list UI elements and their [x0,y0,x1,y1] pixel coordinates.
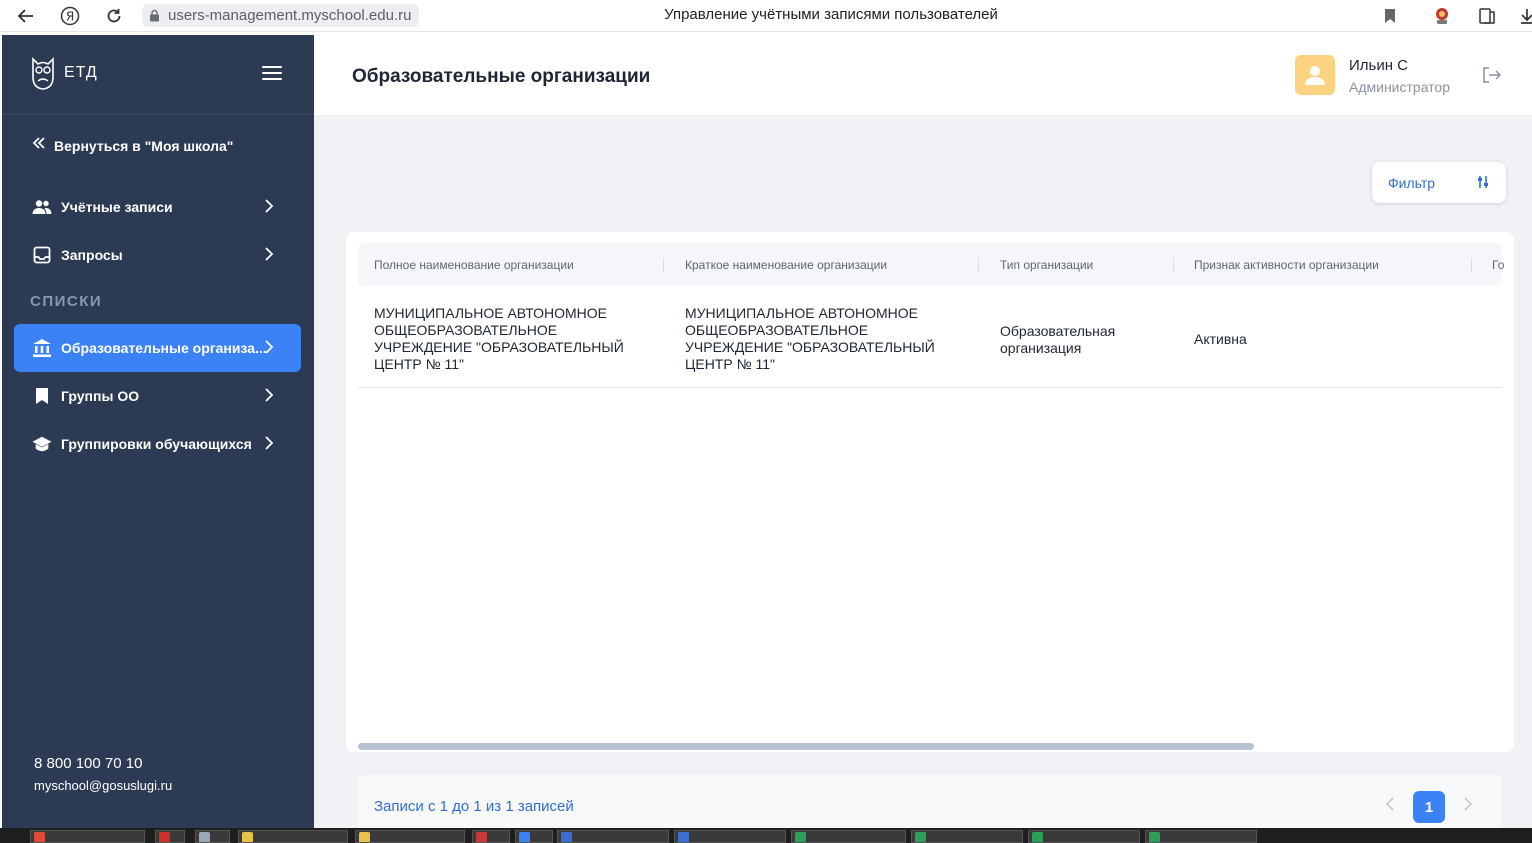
back-to-school-link[interactable]: Вернуться в "Моя школа" [32,136,233,155]
cell-type: Образовательная организация [1000,323,1116,356]
sidebar-item-student-groupings[interactable]: Группировки обучающихся [14,420,301,468]
table-header: Полное наименование организации Краткое … [358,243,1504,286]
taskbar-button[interactable] [1145,830,1257,843]
extension-icon[interactable] [1430,4,1454,28]
column-header-short-name[interactable]: Краткое наименование организации [685,258,887,272]
double-chevron-left-icon [32,136,46,155]
institution-icon [32,338,52,358]
sliders-icon [1478,176,1488,188]
yandex-glyph: Я [66,10,74,24]
bookmark-icon [32,386,52,406]
chevron-right-icon [265,388,274,402]
owl-logo-icon [32,57,54,90]
sidebar-item-org-groups[interactable]: Группы ОО [14,372,301,420]
horizontal-scrollbar[interactable] [358,743,1254,750]
sidebar-section-lists: СПИСКИ [30,293,103,310]
chevron-right-icon [265,247,274,261]
bookmark-page-icon[interactable] [1378,4,1402,28]
logout-icon[interactable] [1482,66,1502,84]
chevron-left-icon[interactable] [1384,797,1396,811]
cell-active: Активна [1194,331,1247,347]
taskbar-button[interactable] [1028,830,1140,843]
avatar[interactable] [1295,55,1335,95]
user-name: Ильин С [1349,57,1409,74]
cell-short-name: МУНИЦИПАЛЬНОЕ АВТОНОМНОЕ ОБЩЕОБРАЗОВАТЕЛ… [685,305,935,372]
chevron-right-icon [265,199,274,213]
sidebar-item-label: Запросы [61,247,123,263]
address-bar[interactable]: users-management.myschool.edu.ru [142,4,420,27]
column-header-active[interactable]: Признак активности организации [1194,258,1379,272]
column-header-full-name[interactable]: Полное наименование организации [374,258,574,272]
sidebar-item-accounts[interactable]: Учётные записи [14,183,301,231]
logo-text: ЕТД [64,64,98,81]
taskbar-button[interactable] [355,830,465,843]
column-divider[interactable] [1471,258,1472,272]
inbox-icon [32,245,52,265]
main-content: Фильтр Полное наименование организации К… [314,115,1532,828]
back-arrow-icon[interactable] [14,4,38,28]
column-header-truncated[interactable]: Го [1492,258,1504,272]
cell-full-name: МУНИЦИПАЛЬНОЕ АВТОНОМНОЕ ОБЩЕОБРАЗОВАТЕЛ… [374,305,624,372]
sidebar-item-label: Образовательные организа... [61,340,267,356]
taskbar-button[interactable] [155,830,185,843]
url-text: users-management.myschool.edu.ru [168,7,412,24]
taskbar-button[interactable] [674,830,786,843]
taskbar-button[interactable] [911,830,1023,843]
lock-icon [150,9,159,22]
sidebar-item-label: Группы ОО [61,388,140,404]
graduation-cap-icon [32,434,52,454]
chevron-right-icon [265,436,274,450]
filter-label: Фильтр [1388,174,1436,191]
logo[interactable]: ЕТД [30,55,98,91]
taskbar-button[interactable] [515,830,553,843]
sidebar-header: ЕТД [2,35,314,115]
reload-icon[interactable] [102,4,126,28]
support-phone[interactable]: 8 800 100 70 10 [34,755,142,772]
user-icon [1305,66,1325,85]
pagination-bar: Записи с 1 до 1 из 1 записей 1 [358,775,1502,828]
taskbar-button[interactable] [195,830,230,843]
back-link-label: Вернуться в "Моя школа" [54,137,234,154]
yandex-logo-icon[interactable]: Я [58,4,82,28]
browser-toolbar: Я users-management.myschool.edu.ru Управ… [0,0,1532,32]
taskbar-button[interactable] [791,830,906,843]
people-icon [32,197,52,217]
column-divider[interactable] [1173,258,1174,272]
sidebar-item-organizations[interactable]: Образовательные организа... [14,324,301,372]
column-header-type[interactable]: Тип организации [1000,258,1093,272]
sidebar-item-requests[interactable]: Запросы [14,231,301,279]
sidebar: ЕТД Вернуться в "Моя школа" Учётные запи… [2,35,314,828]
taskbar-button[interactable] [557,830,669,843]
taskbar-button[interactable] [238,830,348,843]
chevron-right-icon [265,340,274,354]
records-summary: Записи с 1 до 1 из 1 записей [374,798,574,815]
download-icon[interactable] [1515,4,1532,28]
support-email[interactable]: myschool@gosuslugi.ru [34,778,172,793]
sidebar-item-label: Учётные записи [61,199,173,215]
sidebar-item-label: Группировки обучающихся [61,436,252,452]
column-divider[interactable] [978,258,979,272]
user-role: Администратор [1349,79,1451,95]
chevron-right-icon[interactable] [1462,797,1474,811]
os-taskbar [0,828,1532,843]
page-header: Образовательные организации Ильин С Адми… [314,35,1532,115]
page-title: Образовательные организации [352,66,651,87]
taskbar-button[interactable] [30,830,145,843]
menu-toggle-icon[interactable] [262,66,282,82]
column-divider[interactable] [663,258,664,272]
filter-button[interactable]: Фильтр [1372,162,1506,203]
collections-icon[interactable] [1475,4,1499,28]
table-row[interactable]: МУНИЦИПАЛЬНОЕ АВТОНОМНОЕ ОБЩЕОБРАЗОВАТЕЛ… [358,288,1502,388]
organizations-table-card: Полное наименование организации Краткое … [346,232,1514,752]
browser-page-title-text: Управление учётными записями пользовател… [664,6,998,23]
page-button-current[interactable]: 1 [1413,791,1445,823]
taskbar-button[interactable] [472,830,510,843]
